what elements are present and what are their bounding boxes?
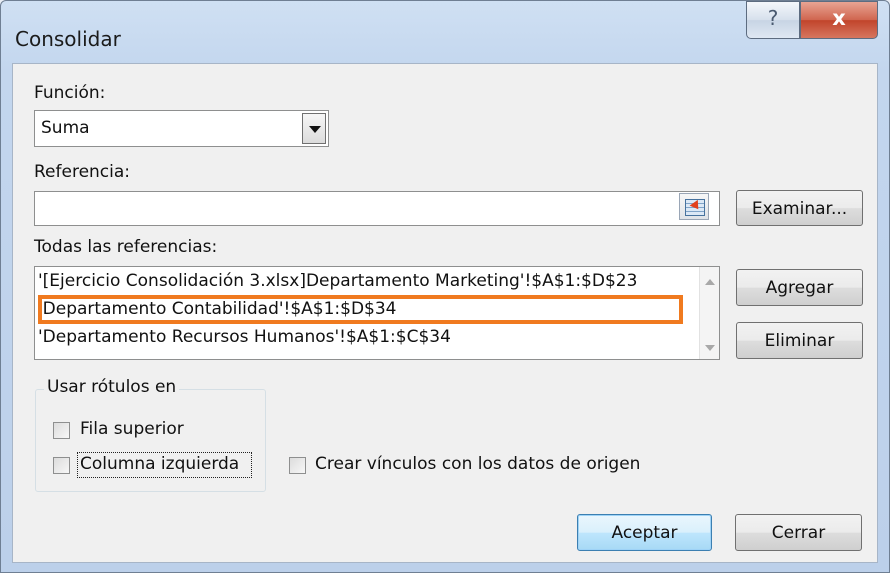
fila-superior-label[interactable]: Fila superior (80, 419, 184, 439)
columna-izquierda-checkbox[interactable] (53, 457, 70, 474)
examinar-button[interactable]: Examinar... (736, 190, 863, 226)
close-window-button[interactable]: x (800, 1, 878, 39)
chevron-down-icon[interactable] (302, 113, 326, 144)
list-item[interactable]: '[Ejercicio Consolidación 3.xlsx]Departa… (38, 271, 637, 291)
aceptar-button[interactable]: Aceptar (577, 514, 712, 551)
cerrar-button[interactable]: Cerrar (735, 514, 862, 551)
help-icon: ? (767, 6, 779, 30)
fila-superior-checkbox[interactable] (53, 422, 70, 439)
collapse-dialog-button[interactable] (679, 193, 709, 220)
funcion-selected-value: Suma (41, 118, 90, 138)
crear-vinculos-label[interactable]: Crear vínculos con los datos de origen (315, 454, 640, 474)
help-button[interactable]: ? (746, 1, 800, 39)
eliminar-button-label: Eliminar (764, 331, 835, 351)
consolidar-dialog: Consolidar ? x Función: Suma Referencia:… (0, 0, 890, 573)
highlight-box (38, 295, 683, 324)
list-item[interactable]: 'Departamento Recursos Humanos'!$A$1:$C$… (38, 327, 451, 347)
funcion-label: Función: (34, 83, 106, 103)
referencia-input[interactable] (34, 191, 720, 226)
referencia-label: Referencia: (34, 162, 131, 182)
eliminar-button[interactable]: Eliminar (736, 322, 863, 359)
dialog-body: Función: Suma Referencia: Examinar... To… (12, 63, 878, 563)
dialog-title: Consolidar (15, 27, 121, 51)
usar-rotulos-legend: Usar rótulos en (44, 377, 180, 397)
aceptar-button-label: Aceptar (611, 523, 678, 543)
agregar-button-label: Agregar (765, 278, 834, 298)
title-bar[interactable]: Consolidar ? x (1, 1, 889, 59)
list-scrollbar[interactable] (699, 267, 719, 359)
close-icon: x (832, 6, 846, 30)
todas-referencias-label: Todas las referencias: (34, 237, 218, 257)
funcion-select[interactable]: Suma (34, 110, 329, 147)
cerrar-button-label: Cerrar (771, 523, 826, 543)
agregar-button[interactable]: Agregar (736, 269, 863, 306)
examinar-button-label: Examinar... (751, 199, 848, 219)
columna-izquierda-label[interactable]: Columna izquierda (80, 454, 239, 474)
crear-vinculos-checkbox[interactable] (289, 457, 306, 474)
